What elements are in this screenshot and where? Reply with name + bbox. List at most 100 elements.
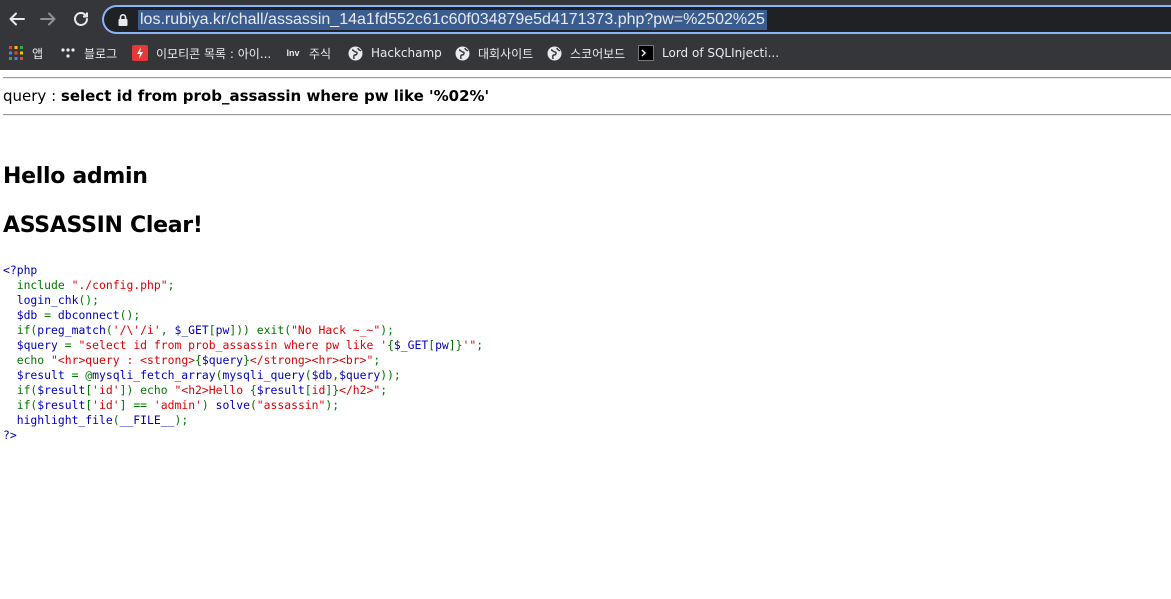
bookmark-blog[interactable]: 블로그	[60, 43, 117, 63]
inv-icon: Inv	[286, 48, 300, 58]
query-value: select id from prob_assassin where pw li…	[60, 87, 490, 105]
code-token: (	[112, 413, 120, 427]
code-token: {	[387, 338, 394, 352]
code-line: if(preg_match('/\'/i', $_GET[pw])) exit(…	[3, 323, 483, 338]
code-token: $db	[3, 308, 45, 322]
dots-icon	[60, 45, 76, 61]
code-token: highlight_file	[3, 413, 113, 427]
bookmark-label: 앱	[32, 46, 44, 61]
query-label: query :	[3, 87, 61, 105]
code-token: ])) exit(	[229, 323, 292, 337]
code-token: (	[249, 398, 257, 412]
bookmark-label: 블로그	[84, 46, 118, 61]
code-token: ]) echo	[119, 383, 175, 397]
code-token: </strong><hr><br>"	[249, 353, 374, 367]
code-token: );	[325, 398, 340, 412]
bookmark-label: 이모티콘 목록 : 아이...	[156, 46, 272, 61]
code-token: pw	[215, 323, 230, 337]
code-token: (	[304, 368, 312, 382]
code-line: if($result['id']) echo "<h2>Hello {$resu…	[3, 383, 483, 398]
code-token: =	[64, 338, 79, 352]
bookmark-label: 스코어보드	[570, 46, 626, 61]
code-line: login_chk();	[3, 293, 483, 308]
code-token: preg_match	[37, 323, 106, 337]
code-token: $query	[339, 368, 381, 382]
code-token: = @	[71, 368, 93, 382]
code-token: ();	[78, 293, 100, 307]
code-token: $result	[256, 383, 305, 397]
bookmarks-bar: 앱 블로그 이모티콘 목록 : 아이... Inv 주식 Hackchamp 대…	[0, 38, 1171, 68]
code-token: id	[311, 383, 326, 397]
bookmark-label: 주식	[309, 46, 332, 61]
divider	[3, 114, 1171, 116]
code-token: include	[3, 278, 72, 292]
code-token: ;	[167, 278, 175, 292]
code-token: {	[249, 383, 257, 397]
code-token: if(	[3, 383, 38, 397]
query-line: query : select id from prob_assassin whe…	[3, 87, 489, 105]
code-line: echo "<hr>query : <strong>{$query}</stro…	[3, 353, 483, 368]
bookmark-scoreboard[interactable]: 스코어보드	[546, 43, 625, 63]
code-token: );	[174, 413, 189, 427]
code-token: $query	[201, 353, 244, 367]
code-token: ));	[380, 368, 401, 382]
source-code-block: <?php include "./config.php"; login_chk(…	[3, 263, 483, 443]
code-token: solve	[215, 398, 250, 412]
bolt-icon	[132, 45, 148, 61]
code-line: if($result['id'] == 'admin') solve("assa…	[3, 398, 483, 413]
code-token: '/\'/i'	[112, 323, 161, 337]
code-token: mysqli_query	[222, 368, 305, 382]
code-token: __FILE__	[119, 413, 175, 427]
browser-toolbar: los.rubiya.kr/chall/assassin_14a1fd552c6…	[0, 0, 1171, 38]
arrow-right-icon	[40, 12, 56, 26]
bookmark-lord-of-sqli[interactable]: Lord of SQLInjecti...	[638, 43, 779, 63]
clear-heading: ASSASSIN Clear!	[3, 213, 203, 238]
code-token: "select id from prob_assassin where pw l…	[78, 338, 388, 352]
divider	[3, 77, 1171, 79]
code-token: if(	[3, 323, 38, 337]
reload-button[interactable]	[69, 7, 93, 31]
code-token: ]}	[448, 338, 463, 352]
code-token: "<h2>Hello	[174, 383, 250, 397]
bookmark-hackchamp[interactable]: Hackchamp	[347, 43, 442, 63]
code-line: $db = dbconnect();	[3, 308, 483, 323]
code-token: );	[380, 323, 394, 337]
apps-grid-icon	[8, 45, 24, 61]
bookmark-label: 대회사이트	[478, 46, 534, 61]
code-token: =	[44, 308, 58, 322]
code-token: ();	[119, 308, 141, 322]
code-token: $result	[3, 368, 72, 382]
code-token: ;	[373, 353, 381, 367]
code-token: }	[243, 353, 250, 367]
code-line: include "./config.php";	[3, 278, 483, 293]
back-button[interactable]	[5, 7, 29, 31]
code-token: </h2>"	[339, 383, 381, 397]
code-token: [	[304, 383, 312, 397]
forward-button[interactable]	[36, 7, 60, 31]
code-token: )	[201, 398, 216, 412]
hello-heading: Hello admin	[3, 164, 148, 189]
code-token: "assassin"	[256, 398, 326, 412]
code-token: {	[195, 353, 202, 367]
code-token: "<hr>query : <strong>	[51, 353, 196, 367]
code-token: ;	[476, 338, 484, 352]
url-text[interactable]: los.rubiya.kr/chall/assassin_14a1fd552c6…	[138, 10, 767, 30]
code-token: $_GET	[174, 323, 209, 337]
code-token: pw	[435, 338, 449, 352]
terminal-icon	[638, 45, 654, 61]
globe-icon	[546, 45, 562, 61]
address-bar[interactable]: los.rubiya.kr/chall/assassin_14a1fd552c6…	[102, 5, 1171, 34]
code-token: $query	[3, 338, 65, 352]
browser-chrome: los.rubiya.kr/chall/assassin_14a1fd552c6…	[0, 0, 1171, 70]
arrow-left-icon	[9, 12, 25, 26]
code-token: ,	[160, 323, 175, 337]
reload-icon	[74, 12, 88, 26]
bookmark-contest[interactable]: 대회사이트	[454, 43, 533, 63]
code-token: 'id'	[92, 398, 120, 412]
bookmark-emoticon[interactable]: 이모티콘 목록 : 아이...	[132, 43, 271, 63]
code-token: ?>	[3, 428, 17, 442]
code-token: 'id'	[92, 383, 120, 397]
bookmark-stock[interactable]: Inv 주식	[285, 43, 331, 63]
code-line: ?>	[3, 428, 483, 443]
bookmark-apps[interactable]: 앱	[8, 43, 43, 63]
